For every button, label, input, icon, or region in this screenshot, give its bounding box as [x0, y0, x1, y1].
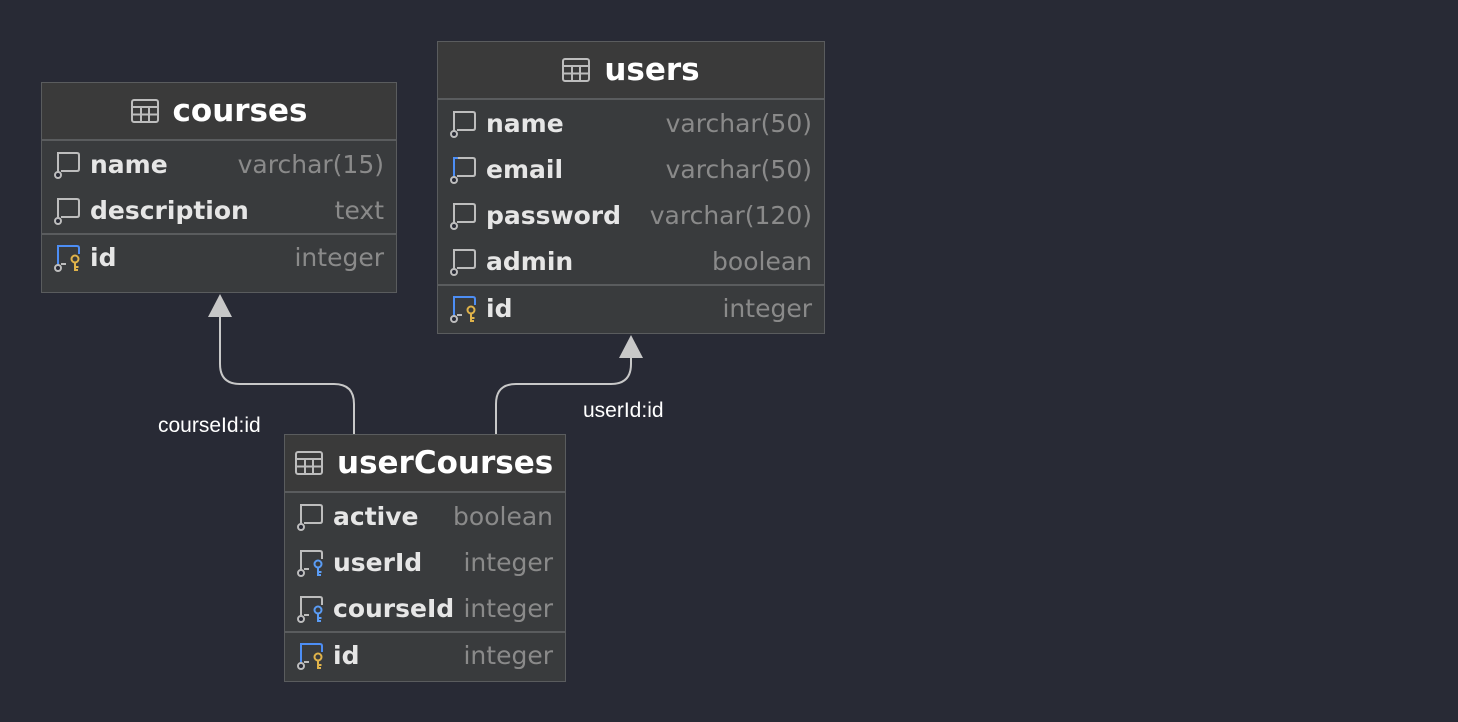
column-name: admin [486, 246, 574, 276]
column-name: description [90, 195, 249, 225]
column-row[interactable]: id integer [438, 284, 824, 330]
column-row[interactable]: id integer [42, 233, 396, 279]
column-name: name [486, 108, 564, 138]
column-type: boolean [453, 501, 553, 531]
foreign-key-icon [297, 550, 323, 577]
column-name: id [486, 293, 513, 323]
column-name: id [333, 640, 360, 670]
column-row[interactable]: active boolean [285, 493, 565, 539]
column-type: boolean [712, 246, 812, 276]
column-row[interactable]: password varchar(120) [438, 192, 824, 238]
column-type: text [334, 195, 384, 225]
column-row[interactable]: description text [42, 187, 396, 233]
column-name: active [333, 501, 419, 531]
column-row[interactable]: courseId integer [285, 585, 565, 631]
column-name: name [90, 149, 168, 179]
column-type: integer [463, 593, 553, 623]
column-type: integer [463, 547, 553, 577]
table-users[interactable]: users name varchar(50) email varchar(50)… [437, 41, 825, 334]
column-icon [450, 203, 476, 230]
column-type: varchar(50) [665, 154, 812, 184]
column-icon [450, 249, 476, 276]
column-row[interactable]: name varchar(50) [438, 100, 824, 146]
relation-label-user: userId:id [583, 399, 664, 422]
column-type: varchar(120) [649, 200, 812, 230]
table-title: users [604, 52, 700, 88]
unique-column-icon [450, 157, 476, 184]
column-row[interactable]: userId integer [285, 539, 565, 585]
column-type: integer [463, 640, 553, 670]
column-type: varchar(15) [237, 149, 384, 179]
column-icon [297, 504, 323, 531]
column-type: integer [294, 242, 384, 272]
relation-arrow-courses [208, 294, 232, 317]
relation-label-course: courseId:id [158, 414, 261, 437]
relation-arrow-users [619, 335, 643, 358]
primary-key-icon [450, 296, 476, 323]
column-name: email [486, 154, 564, 184]
column-row[interactable]: email varchar(50) [438, 146, 824, 192]
column-name: password [486, 200, 622, 230]
column-row[interactable]: name varchar(15) [42, 141, 396, 187]
column-name: courseId [333, 593, 455, 623]
column-icon [54, 198, 80, 225]
primary-key-icon [297, 643, 323, 670]
table-title: courses [172, 93, 308, 129]
table-userCourses[interactable]: userCourses active boolean userId intege… [284, 434, 566, 682]
table-header[interactable]: users [438, 42, 824, 100]
primary-key-icon [54, 245, 80, 272]
column-row[interactable]: id integer [285, 631, 565, 677]
table-icon [130, 99, 159, 123]
column-row[interactable]: admin boolean [438, 238, 824, 284]
column-icon [450, 111, 476, 138]
table-icon [562, 58, 591, 82]
column-name: userId [333, 547, 423, 577]
column-type: varchar(50) [665, 108, 812, 138]
table-icon [295, 451, 323, 475]
table-courses[interactable]: courses name varchar(15) description tex… [41, 82, 397, 293]
column-icon [54, 152, 80, 179]
table-title: userCourses [337, 445, 554, 481]
table-header[interactable]: courses [42, 83, 396, 141]
table-header[interactable]: userCourses [285, 435, 565, 493]
foreign-key-icon [297, 596, 323, 623]
column-type: integer [722, 293, 812, 323]
column-name: id [90, 242, 117, 272]
